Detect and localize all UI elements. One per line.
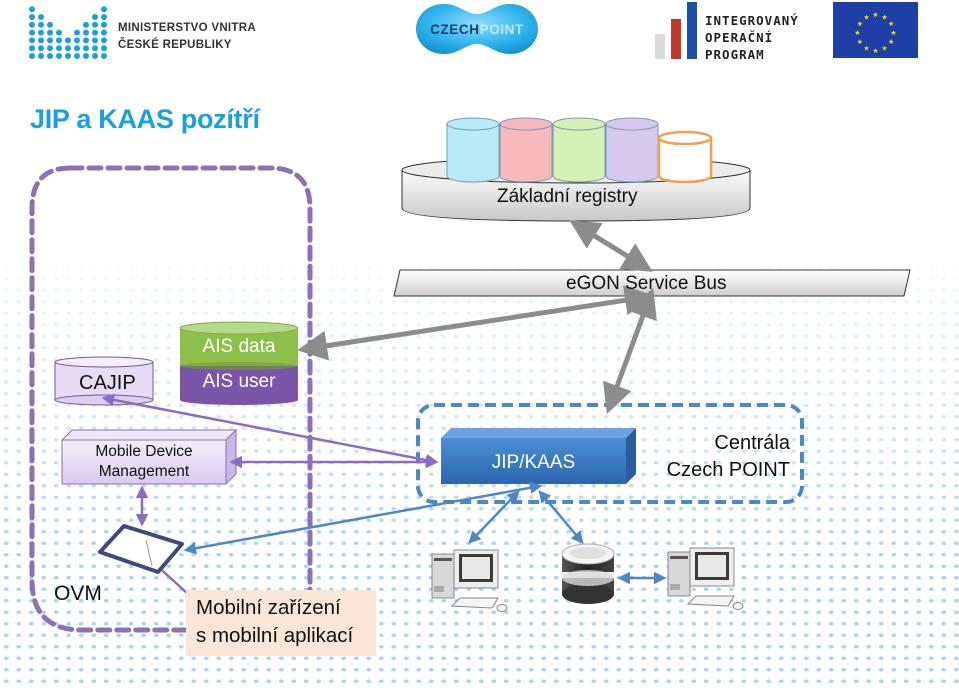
registry-cylinder xyxy=(605,117,659,183)
jip-kaas-label: JIP/KAAS xyxy=(491,452,576,473)
ovm-label: OVM xyxy=(54,582,102,605)
ais-user-label: AIS user xyxy=(202,371,276,392)
registry-cylinder xyxy=(552,117,606,183)
mdm-label: Mobile Device Management xyxy=(62,442,226,482)
mobile-note-text: Mobilní zařízení s mobilní aplikací xyxy=(186,590,376,650)
central-label-line1: Centrála xyxy=(714,432,790,454)
arrow-jip-device xyxy=(183,481,543,555)
desktop-computer-icon xyxy=(667,547,744,610)
ais-data-label: AIS data xyxy=(202,336,276,357)
tablet-device-icon xyxy=(98,524,184,574)
mdm-label-line2: Management xyxy=(98,463,190,480)
central-group-label: Centrála Czech POINT xyxy=(650,430,790,484)
mdm-label-line1: Mobile Device xyxy=(95,443,193,460)
registries-label: Základní registry xyxy=(497,186,638,207)
arrow-registry-bus xyxy=(569,220,653,272)
registry-cylinder xyxy=(657,130,713,184)
service-bus-label: eGON Service Bus xyxy=(566,273,727,294)
mobile-device-note: Mobilní zařízení s mobilní aplikací xyxy=(186,590,376,656)
arrow-bus-ais xyxy=(297,285,655,361)
registry-cylinder xyxy=(499,117,553,183)
database-icon xyxy=(561,543,615,604)
central-label-line2: Czech POINT xyxy=(666,459,790,481)
registry-cylinder xyxy=(446,117,500,183)
arrow-bus-central xyxy=(603,287,657,415)
mobile-note-line1: Mobilní zařízení xyxy=(196,596,341,619)
arrow-jip-workstation xyxy=(468,490,520,544)
cajip-label: CAJIP xyxy=(79,372,136,394)
desktop-computer-icon xyxy=(431,549,508,612)
mobile-note-line2: s mobilní aplikací xyxy=(196,624,354,647)
arrow-jip-database xyxy=(538,490,584,544)
architecture-diagram xyxy=(29,117,911,643)
